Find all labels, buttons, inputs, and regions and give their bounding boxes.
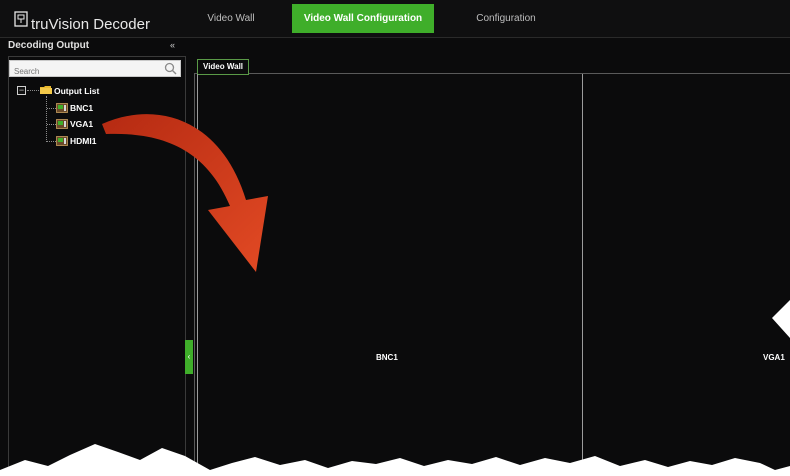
- folder-icon: [40, 86, 52, 94]
- decoding-output-panel: [8, 56, 186, 475]
- tree-connector: [46, 96, 47, 142]
- decoder-logo-icon: [14, 11, 28, 27]
- video-output-icon: [56, 103, 68, 113]
- tree-item-bnc1[interactable]: BNC1: [70, 103, 93, 113]
- collapse-panel-button[interactable]: «: [170, 40, 175, 50]
- tree-connector: [47, 124, 56, 125]
- tree-connector: [47, 108, 56, 109]
- brand-name: truVision Decoder: [31, 16, 150, 33]
- tree-root-output-list[interactable]: Output List: [54, 86, 99, 96]
- tree-connector: [27, 90, 39, 91]
- tree-connector: [47, 141, 56, 142]
- search-icon[interactable]: [164, 62, 177, 75]
- search-box: [9, 60, 181, 79]
- wall-screen-vga1[interactable]: [582, 74, 790, 475]
- tab-video-wall-view[interactable]: Video Wall: [197, 59, 250, 75]
- brand: truVision Decoder: [14, 7, 150, 33]
- tab-configuration[interactable]: Configuration: [446, 4, 566, 33]
- tree-item-hdmi1[interactable]: HDMI1: [70, 136, 96, 146]
- search-input[interactable]: [10, 64, 158, 79]
- tree-item-vga1[interactable]: VGA1: [70, 119, 93, 129]
- tab-video-wall-configuration[interactable]: Video Wall Configuration: [292, 4, 434, 33]
- panel-splitter-handle[interactable]: ‹: [185, 340, 193, 374]
- video-output-icon: [56, 136, 68, 146]
- decoding-output-title: Decoding Output: [8, 40, 90, 51]
- wall-screen-label: BNC1: [376, 353, 398, 362]
- video-output-icon: [56, 119, 68, 129]
- torn-edge-decoration: [0, 444, 790, 475]
- decoder-app: truVision Decoder Video Wall Video Wall …: [0, 0, 790, 475]
- tree-collapse-toggle[interactable]: −: [17, 86, 26, 95]
- wall-screen-bnc1[interactable]: [197, 74, 583, 475]
- wall-screen-label: VGA1: [763, 353, 785, 362]
- tab-video-wall[interactable]: Video Wall: [180, 4, 282, 33]
- top-navigation-bar: truVision Decoder Video Wall Video Wall …: [0, 0, 790, 38]
